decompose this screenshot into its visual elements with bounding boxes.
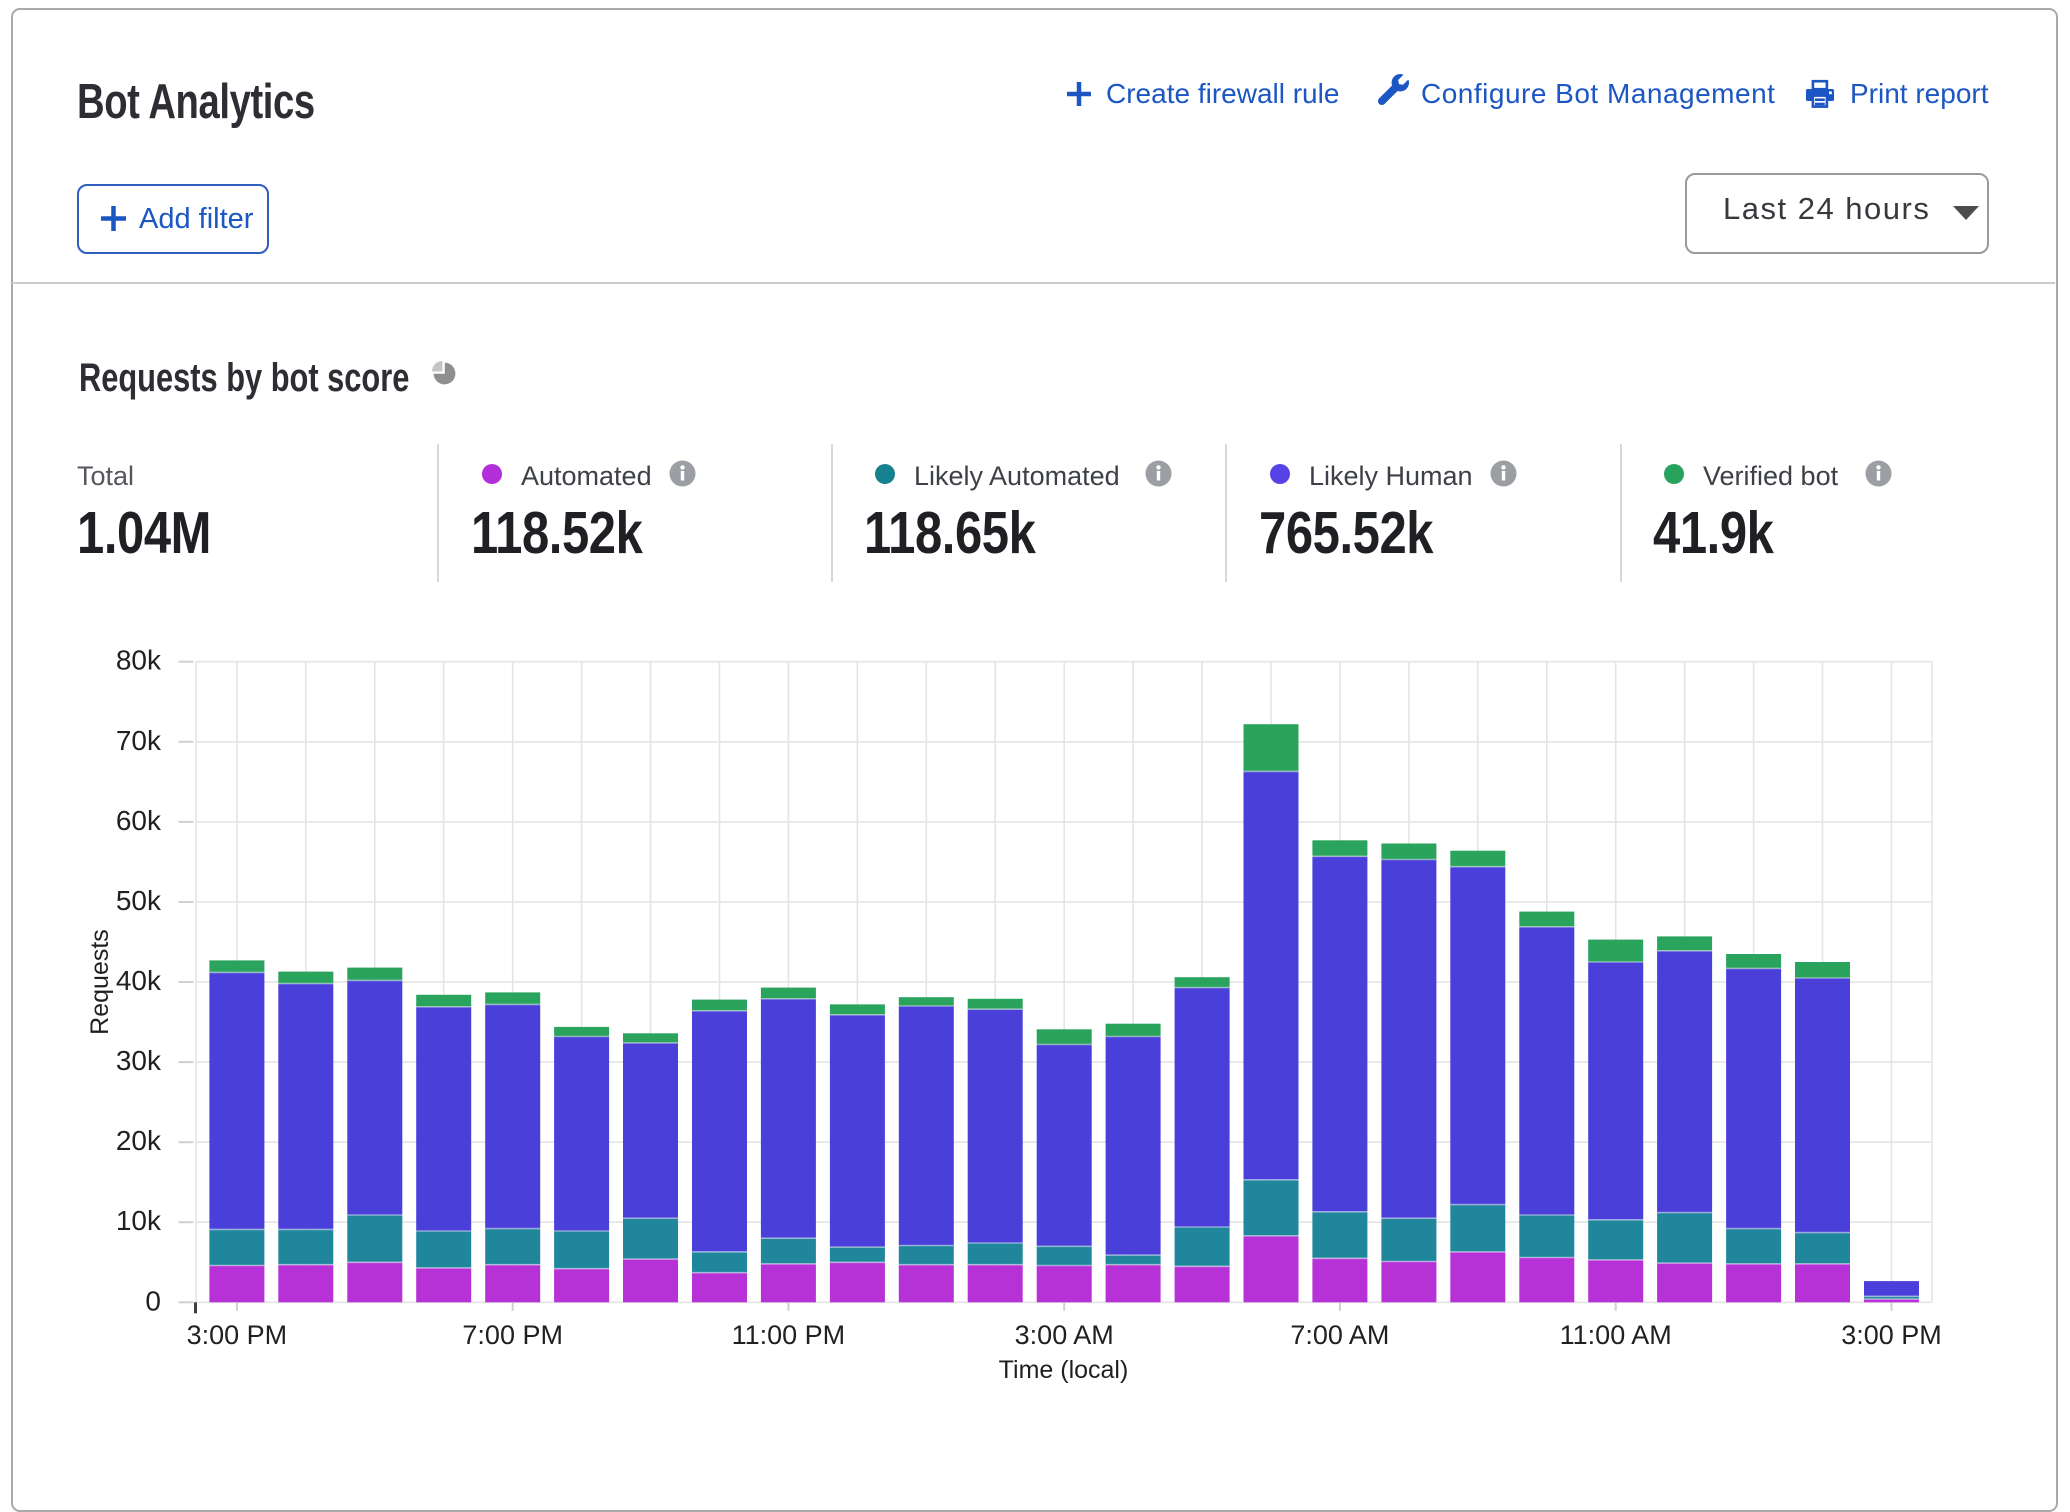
svg-text:40k: 40k xyxy=(116,965,162,996)
svg-text:50k: 50k xyxy=(116,885,162,916)
svg-text:3:00 AM: 3:00 AM xyxy=(1015,1320,1114,1350)
svg-text:Requests: Requests xyxy=(86,929,114,1035)
svg-text:7:00 PM: 7:00 PM xyxy=(462,1320,563,1350)
svg-text:11:00 AM: 11:00 AM xyxy=(1560,1320,1672,1350)
svg-text:7:00 AM: 7:00 AM xyxy=(1290,1320,1389,1350)
svg-text:3:00 PM: 3:00 PM xyxy=(187,1320,288,1350)
svg-text:Time (local): Time (local) xyxy=(999,1356,1129,1384)
svg-text:60k: 60k xyxy=(116,805,162,836)
svg-text:20k: 20k xyxy=(116,1125,162,1156)
svg-text:11:00 PM: 11:00 PM xyxy=(732,1320,846,1350)
svg-text:0: 0 xyxy=(145,1285,161,1316)
svg-text:10k: 10k xyxy=(116,1205,162,1236)
svg-text:30k: 30k xyxy=(116,1045,162,1076)
svg-text:3:00 PM: 3:00 PM xyxy=(1841,1320,1942,1350)
svg-text:70k: 70k xyxy=(116,725,162,756)
svg-text:80k: 80k xyxy=(116,645,162,676)
